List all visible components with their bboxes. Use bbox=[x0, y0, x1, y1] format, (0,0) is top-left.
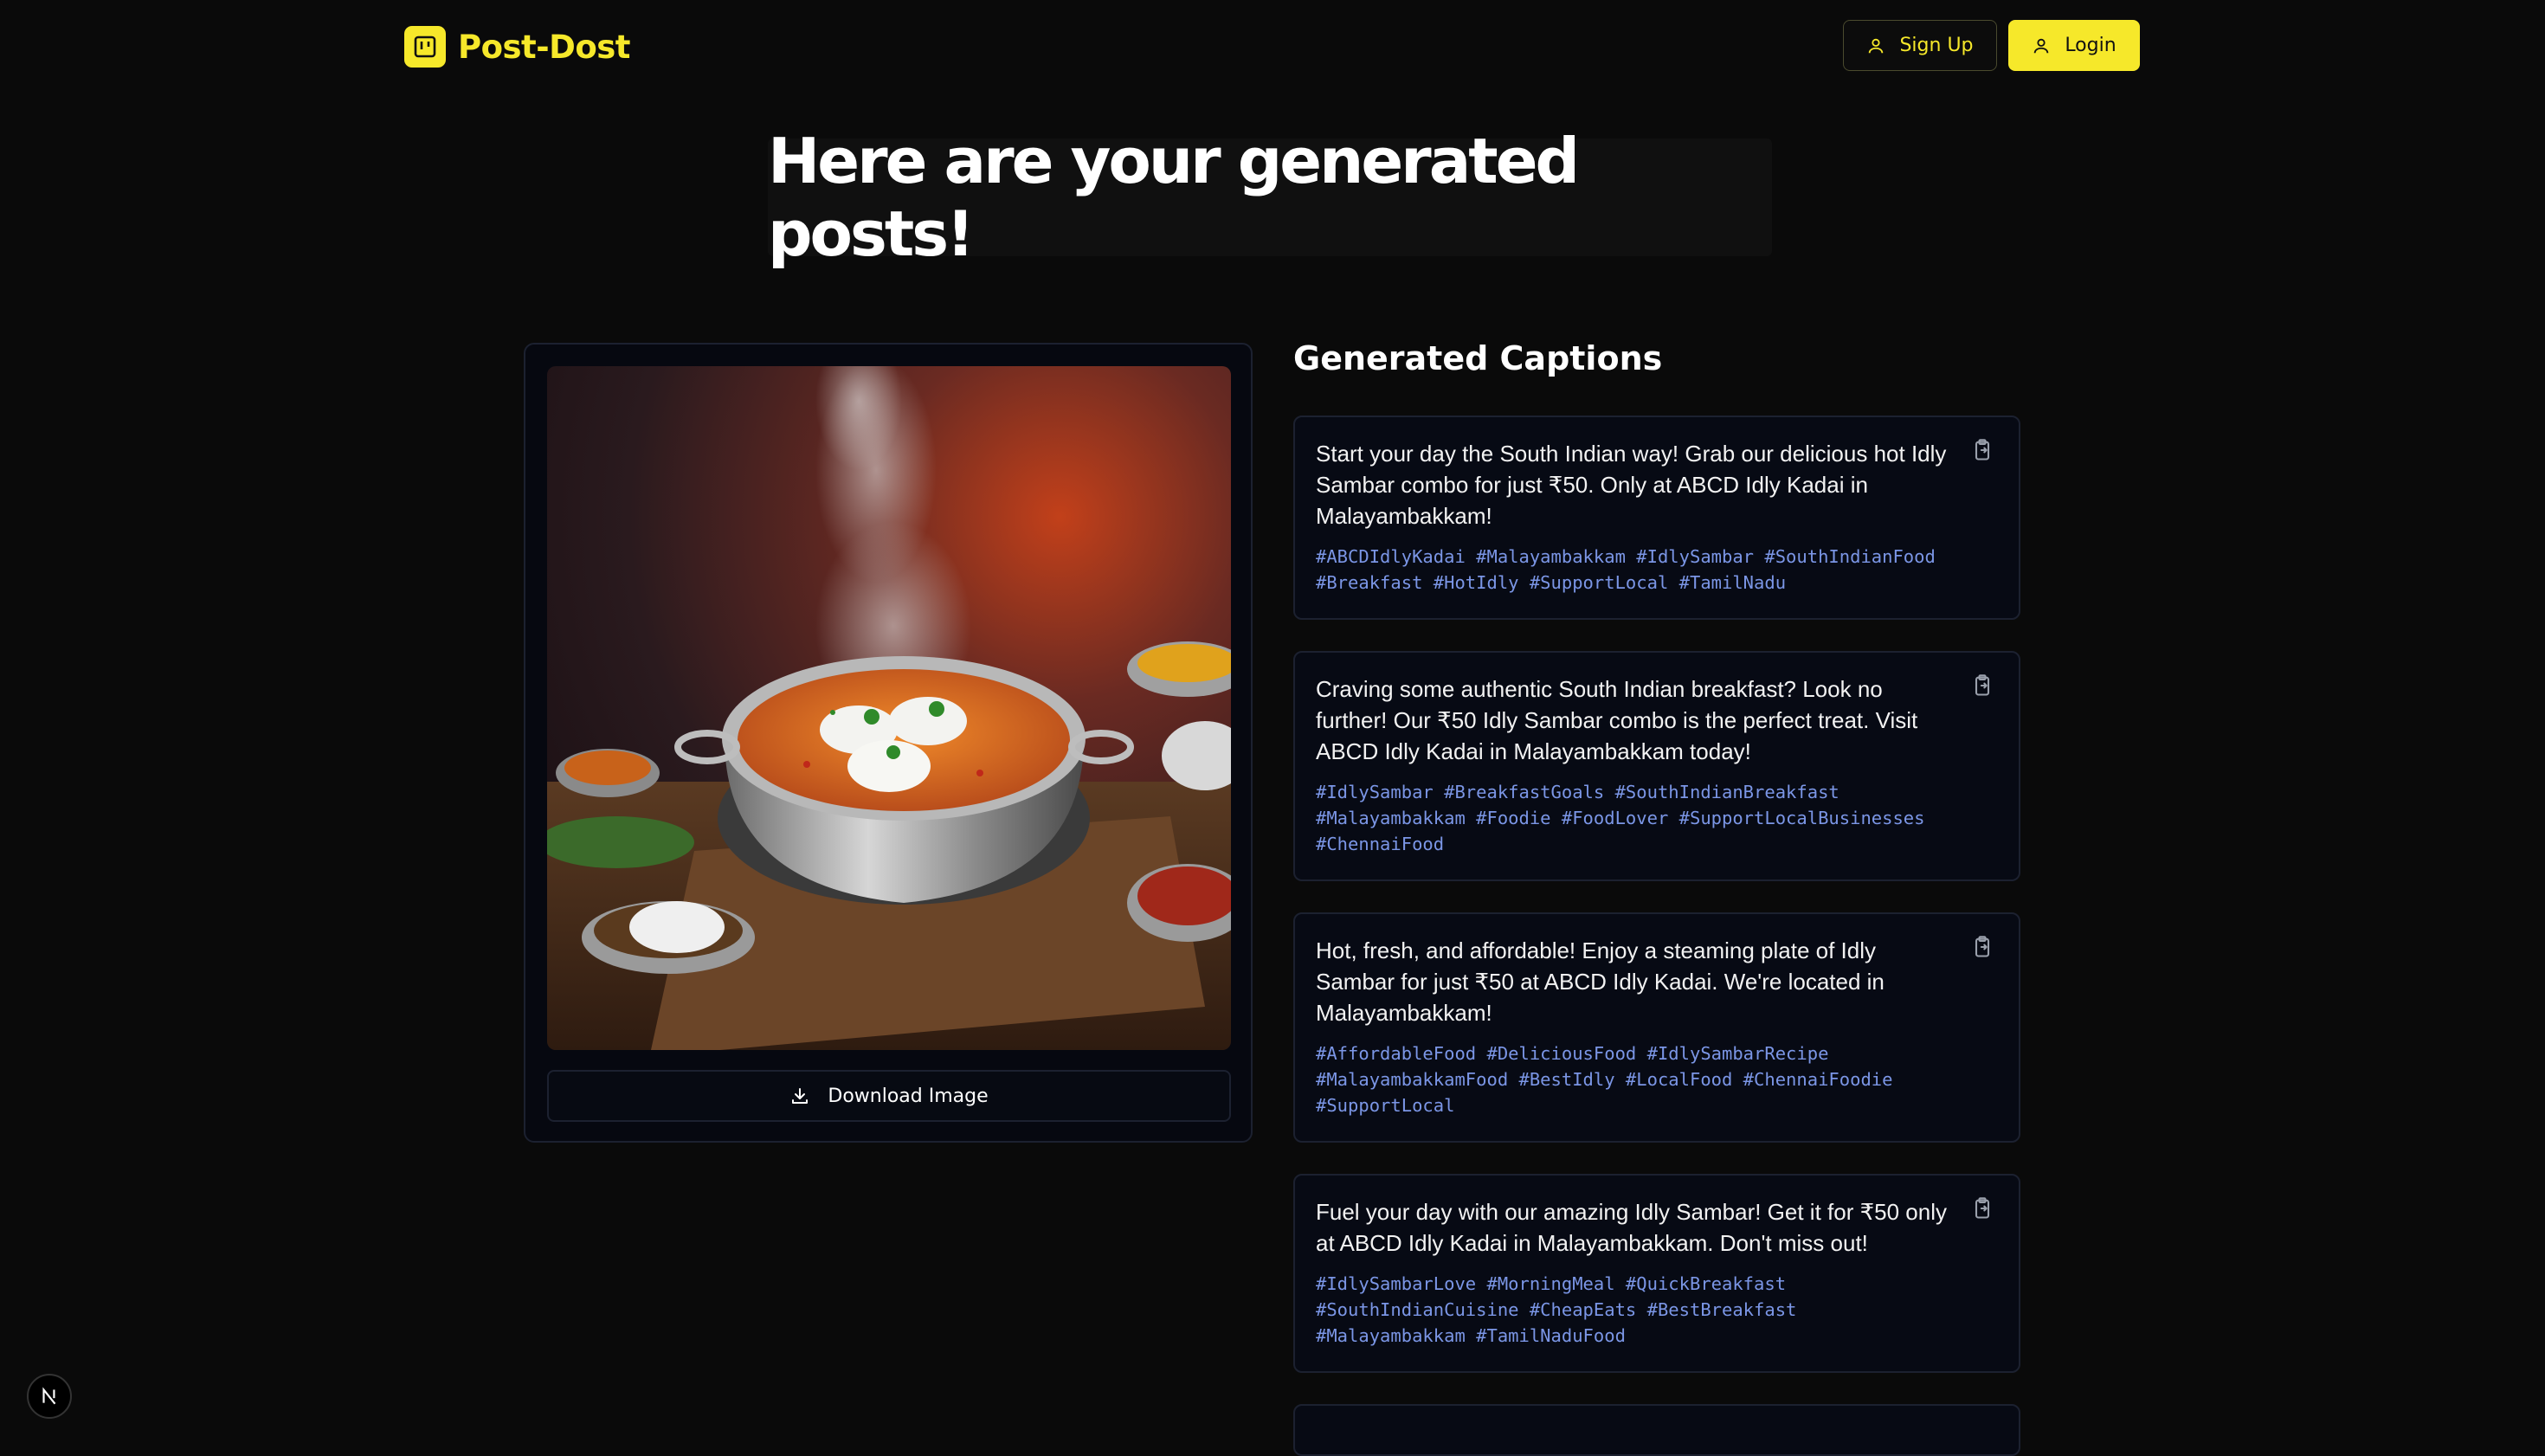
user-icon bbox=[2034, 38, 2049, 53]
generated-image bbox=[547, 366, 1231, 1050]
login-label: Login bbox=[2065, 35, 2117, 56]
nextjs-icon[interactable] bbox=[27, 1374, 72, 1419]
download-label: Download Image bbox=[828, 1085, 989, 1107]
caption-card: Craving some authentic South Indian brea… bbox=[1293, 651, 2020, 881]
caption-text: Craving some authentic South Indian brea… bbox=[1316, 676, 1918, 764]
caption-hashtags: #ABCDIdlyKadai #Malayambakkam #IdlySamba… bbox=[1316, 546, 1936, 593]
caption-card: Start your day the South Indian way! Gra… bbox=[1293, 416, 2020, 620]
caption-hashtags: #IdlySambarLove #MorningMeal #QuickBreak… bbox=[1316, 1273, 1797, 1346]
signup-label: Sign Up bbox=[1899, 35, 1974, 56]
caption-card-partial bbox=[1293, 1404, 2020, 1456]
clipboard-copy-icon[interactable] bbox=[1970, 1196, 1994, 1221]
download-icon bbox=[792, 1088, 809, 1104]
brand-name: Post-Dost bbox=[458, 28, 630, 66]
clipboard-copy-icon[interactable] bbox=[1970, 673, 1994, 698]
user-icon bbox=[1869, 38, 1884, 53]
caption-text: Start your day the South Indian way! Gra… bbox=[1316, 441, 1947, 529]
generated-image-card: Download Image bbox=[524, 343, 1253, 1143]
caption-text: Fuel your day with our amazing Idly Samb… bbox=[1316, 1199, 1947, 1256]
captions-heading: Generated Captions bbox=[1293, 339, 1663, 377]
brand-logo[interactable]: Post-Dost bbox=[404, 24, 630, 69]
signup-button[interactable]: Sign Up bbox=[1843, 20, 1997, 71]
login-button[interactable]: Login bbox=[2008, 20, 2140, 71]
caption-hashtags: #IdlySambar #BreakfastGoals #SouthIndian… bbox=[1316, 782, 1925, 854]
page-title: Here are your generated posts! bbox=[768, 125, 1580, 270]
download-image-button[interactable]: Download Image bbox=[547, 1070, 1231, 1122]
caption-card: Fuel your day with our amazing Idly Samb… bbox=[1293, 1174, 2020, 1373]
caption-card: Hot, fresh, and affordable! Enjoy a stea… bbox=[1293, 912, 2020, 1143]
logo-icon bbox=[404, 26, 446, 68]
page-title-banner: Here are your generated posts! bbox=[768, 125, 1772, 270]
caption-hashtags: #AffordableFood #DeliciousFood #IdlySamb… bbox=[1316, 1043, 1893, 1116]
clipboard-copy-icon[interactable] bbox=[1970, 438, 1994, 462]
caption-text: Hot, fresh, and affordable! Enjoy a stea… bbox=[1316, 937, 1885, 1026]
clipboard-copy-icon[interactable] bbox=[1970, 935, 1994, 959]
